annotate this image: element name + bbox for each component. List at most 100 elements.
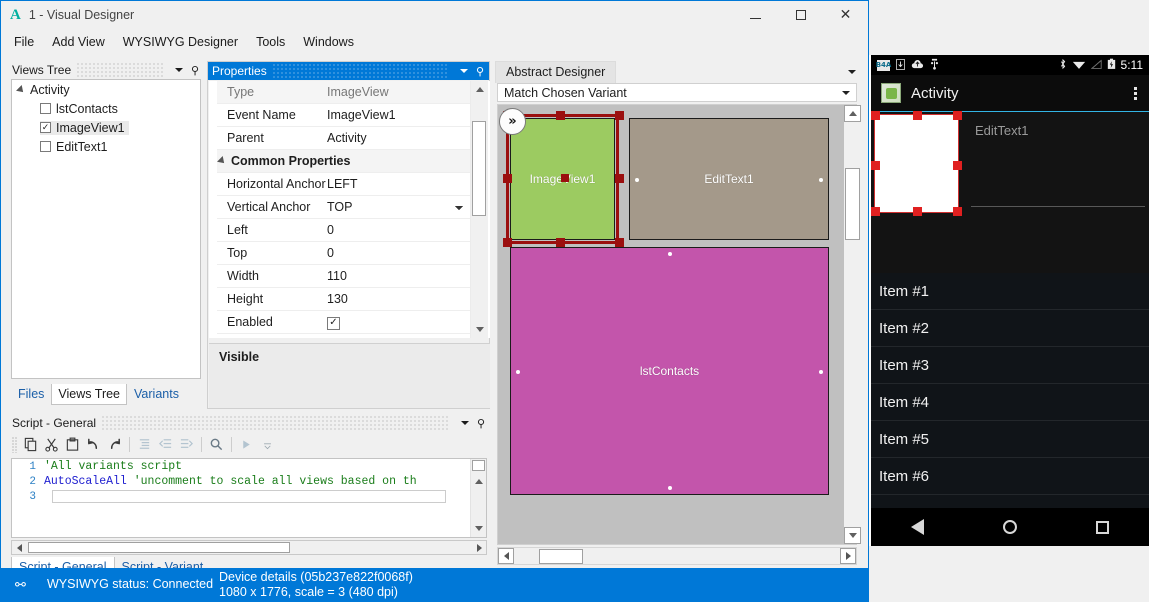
property-value[interactable]: Activity	[327, 131, 471, 145]
resize-dot[interactable]	[635, 178, 639, 182]
views-tree-list[interactable]: Activity lstContacts ✓ ImageView1 EditTe…	[11, 79, 201, 379]
abstract-designer-dropdown-icon[interactable]	[848, 69, 856, 74]
resize-handle-e[interactable]	[615, 174, 624, 183]
search-icon[interactable]	[206, 434, 227, 455]
scrollbar-thumb[interactable]	[539, 549, 583, 564]
outdent-icon[interactable]	[155, 434, 176, 455]
menu-add-view[interactable]: Add View	[43, 32, 114, 52]
tab-abstract-designer[interactable]: Abstract Designer	[495, 60, 617, 83]
list-item[interactable]: Item #5	[871, 421, 1149, 458]
list-item[interactable]: Item #4	[871, 384, 1149, 421]
property-row-height[interactable]: Height 130	[217, 288, 471, 311]
resize-dot[interactable]	[668, 486, 672, 490]
paste-icon[interactable]	[62, 434, 83, 455]
tab-views-tree[interactable]: Views Tree	[51, 384, 128, 405]
resize-handle-sw[interactable]	[503, 238, 512, 247]
resize-handle-s[interactable]	[913, 207, 922, 216]
chevron-down-icon[interactable]	[842, 90, 850, 95]
properties-vertical-scrollbar[interactable]	[470, 81, 488, 338]
properties-grid[interactable]: Type ImageView Event Name ImageView1 Par…	[209, 81, 490, 338]
property-row-left[interactable]: Left 0	[217, 219, 471, 242]
menu-wysiwyg-designer[interactable]: WYSIWYG Designer	[114, 32, 247, 52]
property-row-enabled[interactable]: Enabled ✓	[217, 311, 471, 334]
resize-dot[interactable]	[668, 252, 672, 256]
tree-checkbox[interactable]	[40, 141, 51, 152]
expand-arrow-icon[interactable]	[217, 156, 227, 166]
canvas-vertical-scrollbar[interactable]	[844, 105, 861, 544]
undo-icon[interactable]	[83, 434, 104, 455]
script-code-editor[interactable]: 1 'All variants script 2 AutoScaleAll 'u…	[11, 458, 487, 538]
tree-checkbox[interactable]	[40, 103, 51, 114]
tab-variants[interactable]: Variants	[127, 384, 186, 405]
resize-handle-nw[interactable]	[871, 111, 880, 120]
property-row-top[interactable]: Top 0	[217, 242, 471, 265]
views-tree-dropdown-button[interactable]	[172, 63, 186, 77]
property-group-common[interactable]: Common Properties	[217, 150, 471, 173]
format-icon[interactable]	[134, 434, 155, 455]
property-value[interactable]: 110	[327, 269, 471, 283]
properties-dropdown-button[interactable]	[457, 64, 471, 78]
code-horizontal-scrollbar[interactable]	[11, 540, 487, 555]
android-imageview1[interactable]	[871, 111, 962, 216]
resize-handle-ne[interactable]	[615, 111, 624, 120]
code-vertical-scrollbar[interactable]	[470, 459, 486, 537]
menu-file[interactable]: File	[5, 32, 43, 52]
tree-checkbox[interactable]: ✓	[40, 122, 51, 133]
tree-node-activity[interactable]: Activity	[12, 80, 200, 99]
scroll-up-button[interactable]	[471, 473, 486, 490]
recents-icon[interactable]	[1096, 520, 1110, 534]
property-value[interactable]: ImageView1	[327, 108, 471, 122]
redo-icon[interactable]	[104, 434, 125, 455]
properties-pin-icon[interactable]: ⚲	[473, 64, 487, 78]
chevron-down-icon[interactable]	[455, 205, 463, 210]
scroll-up-button[interactable]	[844, 105, 861, 122]
property-row-type[interactable]: Type ImageView	[217, 81, 471, 104]
property-row-parent[interactable]: Parent Activity	[217, 127, 471, 210]
indent-icon[interactable]	[176, 434, 197, 455]
cut-icon[interactable]	[41, 434, 62, 455]
run-icon[interactable]	[236, 434, 257, 455]
scrollbar-thumb[interactable]	[472, 460, 485, 471]
tree-node-imageview1[interactable]: ✓ ImageView1	[12, 118, 200, 137]
resize-handle-sw[interactable]	[871, 207, 880, 216]
variant-selector[interactable]: Match Chosen Variant	[497, 83, 857, 102]
scroll-left-button[interactable]	[498, 548, 514, 564]
property-value[interactable]: TOP	[327, 200, 471, 214]
scrollbar-thumb[interactable]	[472, 121, 486, 216]
scrollbar-thumb[interactable]	[845, 168, 860, 240]
views-tree-pin-icon[interactable]: ⚲	[188, 63, 202, 77]
expand-arrow-icon[interactable]	[16, 84, 26, 95]
scroll-down-button[interactable]	[844, 527, 861, 544]
designer-view-edittext1[interactable]: EditText1	[629, 118, 829, 240]
resize-handle-n[interactable]	[556, 111, 565, 120]
home-icon[interactable]	[1002, 520, 1017, 534]
minimize-button[interactable]	[733, 1, 778, 28]
resize-handle-w[interactable]	[871, 161, 880, 170]
property-value[interactable]: LEFT	[327, 177, 471, 191]
scroll-right-button[interactable]	[840, 548, 856, 564]
scroll-down-button[interactable]	[471, 321, 488, 338]
back-icon[interactable]	[910, 519, 924, 535]
menu-tools[interactable]: Tools	[247, 32, 294, 52]
scroll-right-button[interactable]	[472, 541, 486, 554]
center-handle[interactable]	[561, 174, 569, 182]
enabled-checkbox[interactable]: ✓	[327, 316, 340, 330]
scroll-left-button[interactable]	[12, 541, 26, 554]
toolbar-overflow-icon[interactable]	[257, 434, 278, 455]
list-item[interactable]: Item #2	[871, 310, 1149, 347]
resize-handle-w[interactable]	[503, 174, 512, 183]
tree-node-edittext1[interactable]: EditText1	[12, 137, 200, 156]
canvas-horizontal-scrollbar[interactable]	[497, 547, 857, 565]
maximize-button[interactable]	[778, 1, 823, 28]
copy-icon[interactable]	[20, 434, 41, 455]
android-device-mirror[interactable]: B4A 5:11 Activity EditText1 Item #1 Item…	[871, 55, 1149, 546]
property-value[interactable]: 0	[327, 223, 471, 237]
android-edittext1[interactable]: EditText1	[971, 114, 1145, 213]
scroll-up-button[interactable]	[471, 81, 488, 98]
script-pin-icon[interactable]: ⚲	[474, 416, 488, 430]
property-value[interactable]: 130	[327, 292, 471, 306]
list-item[interactable]: Item #3	[871, 347, 1149, 384]
designer-view-lstcontacts[interactable]: lstContacts	[510, 247, 829, 495]
list-item[interactable]: Item #6	[871, 458, 1149, 495]
tree-node-lstcontacts[interactable]: lstContacts	[12, 99, 200, 118]
